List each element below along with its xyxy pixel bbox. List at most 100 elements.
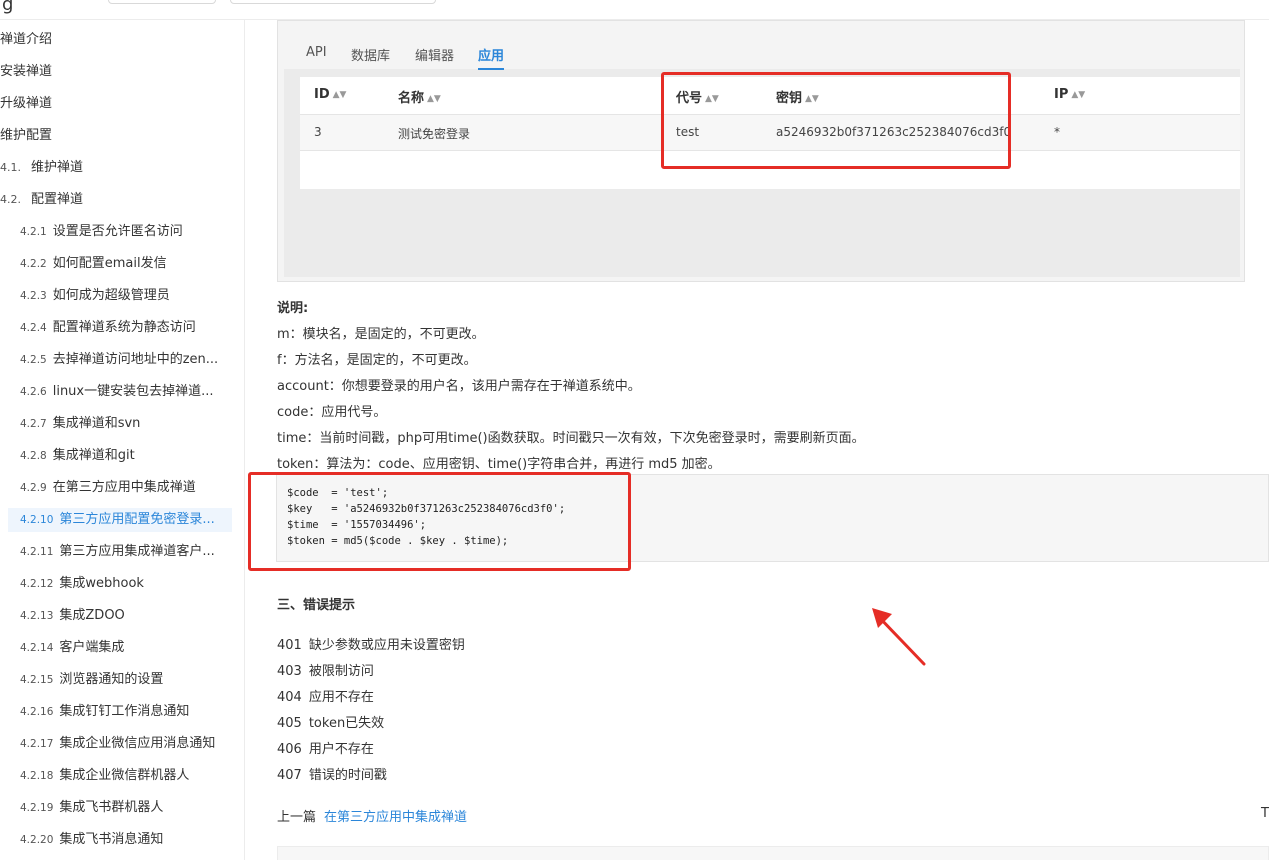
sidebar-item-4-2-5[interactable]: 4.2.5 去掉禅道访问地址中的zen... [8,348,232,372]
sidebar-item-label: 如何成为超级管理员 [52,288,170,303]
sidebar-item-4-2-19[interactable]: 4.2.19 集成飞书群机器人 [8,796,232,820]
sidebar-item-label: 集成企业微信应用消息通知 [59,736,216,751]
sidebar-item-4-2-12[interactable]: 4.2.12 集成webhook [8,572,232,596]
sidebar-item-4-2-4[interactable]: 4.2.4 配置禅道系统为静态访问 [8,316,232,340]
error-item: 406 用户不存在 [277,742,374,757]
sidebar-item-label: 浏览器通知的设置 [59,672,164,687]
sidebar-item-label: 集成飞书消息通知 [59,832,164,847]
sidebar-item-4-2-17[interactable]: 4.2.17 集成企业微信应用消息通知 [8,732,232,756]
next-article-edge[interactable]: T [1261,806,1269,821]
sidebar-item-label: 集成webhook [59,576,144,591]
col-name[interactable]: 名称 ▲▼ [398,87,441,106]
sidebar-item-number: 4.2.12 [20,578,54,590]
sidebar-item-label: 去掉禅道访问地址中的zen... [52,352,219,367]
sidebar-item-number: 4.2.3 [20,290,47,302]
sidebar-item-label: 集成企业微信群机器人 [59,768,190,783]
sidebar-item-label: 集成禅道和git [52,448,135,463]
settings-tabs: API 数据库 编辑器 应用 [284,29,1240,70]
description-line: account：你想要登录的用户名，该用户需存在于禅道系统中。 [277,379,641,394]
sidebar-item-label: 设置是否允许匿名访问 [52,224,183,239]
sidebar-item-4-2-7[interactable]: 4.2.7 集成禅道和svn [8,412,232,436]
sidebar-item-4-2-2[interactable]: 4.2.2 如何配置email发信 [8,252,232,276]
highlight-box-code [248,472,631,571]
sidebar-item-number: 4.2.10 [20,514,54,526]
logo-fragment: g [2,0,14,15]
cell-id: 3 [314,125,322,139]
errors-heading: 三、错误提示 [277,598,356,613]
col-id[interactable]: ID ▲▼ [314,87,346,102]
sidebar-item-number: 4.2.20 [20,834,54,846]
description-line: m：模块名，是固定的，不可更改。 [277,327,485,342]
description-line: time：当前时间戳，php可用time()函数获取。时间戳只一次有效，下次免密… [277,431,865,446]
prev-article: 上一篇 在第三方应用中集成禅道 [277,806,467,825]
sidebar-item-number: 4.2.7 [20,418,47,430]
sidebar-item-number: 4.2.19 [20,802,54,814]
error-item: 401 缺少参数或应用未设置密钥 [277,638,465,653]
sidebar-item-label: 集成飞书群机器人 [59,800,164,815]
error-item: 405 token已失效 [277,716,385,731]
sidebar-item-label: linux一键安装包去掉禅道... [52,384,214,399]
sidebar-item-number: 4.2.15 [20,674,54,686]
sidebar-item-4-2-13[interactable]: 4.2.13 集成ZDOO [8,604,232,628]
sidebar-item-4-2-3[interactable]: 4.2.3 如何成为超级管理员 [8,284,232,308]
sidebar-item-4-2-9[interactable]: 4.2.9 在第三方应用中集成禅道 [8,476,232,500]
highlight-box-code-key [661,72,1011,169]
cell-name: 测试免密登录 [398,127,471,141]
sidebar-item-4-2-16[interactable]: 4.2.16 集成钉钉工作消息通知 [8,700,232,724]
sidebar-item-4-2-8[interactable]: 4.2.8 集成禅道和git [8,444,232,468]
sidebar-item-4-2-11[interactable]: 4.2.11 第三方应用集成禅道客户... [8,540,232,564]
sidebar-item-number: 4.2.6 [20,386,47,398]
sidebar-item-label: 集成禅道和svn [52,416,141,431]
error-item: 407 错误的时间戳 [277,768,387,783]
sidebar-item-4-2-14[interactable]: 4.2.14 客户端集成 [8,636,232,660]
tab-api[interactable]: API [306,45,327,60]
sidebar-item-number: 4.2.14 [20,642,54,654]
description-line: code：应用代号。 [277,405,387,420]
sidebar-item-4-2-15[interactable]: 4.2.15 浏览器通知的设置 [8,668,232,692]
sidebar-item-label: 如何配置email发信 [52,256,167,271]
doc-content: API 数据库 编辑器 应用 ID ▲▼ 名称 ▲▼ 代号 ▲▼ 密钥 ▲▼ IP ▲▼ … [246,20,1269,860]
sidebar-item-number: 4.2.13 [20,610,54,622]
sort-icon: ▲▼ [1071,90,1086,100]
sidebar-item-maintain[interactable]: 4.1. 维护禅道 [0,156,83,180]
prev-article-link[interactable]: 在第三方应用中集成禅道 [324,810,467,825]
sidebar-item-configure[interactable]: 4.2. 配置禅道 [0,188,83,212]
sidebar-item-intro[interactable]: 禅道介绍 [0,28,52,52]
sidebar-item-label: 集成ZDOO [59,608,125,623]
sidebar-item-number: 4.2.1 [20,226,47,238]
sidebar-item-number: 4.2.11 [20,546,54,558]
sidebar-item-maintain-config[interactable]: 维护配置 [0,124,52,148]
tab-app[interactable]: 应用 [478,45,505,70]
sidebar-item-install[interactable]: 安装禅道 [0,60,52,84]
tab-editor[interactable]: 编辑器 [415,45,454,64]
sidebar-item-4-2-18[interactable]: 4.2.18 集成企业微信群机器人 [8,764,232,788]
error-item: 404 应用不存在 [277,690,374,705]
sidebar-item-label: 客户端集成 [59,640,125,655]
sort-icon: ▲▼ [332,90,347,100]
cell-ip: * [1054,125,1060,139]
toolbar-search[interactable] [230,0,436,4]
tab-database[interactable]: 数据库 [351,45,390,64]
sidebar-item-number: 4.2.5 [20,354,47,366]
sidebar-item-label: 集成钉钉工作消息通知 [59,704,190,719]
description-line: token：算法为：code、应用密钥、time()字符串合并，再进行 md5 … [277,457,721,472]
sort-icon: ▲▼ [427,94,441,104]
sidebar-item-4-2-10[interactable]: 4.2.10 第三方应用配置免密登录... [8,508,232,532]
error-item: 403 被限制访问 [277,664,374,679]
prev-label: 上一篇 [277,810,317,825]
toolbar-select[interactable] [108,0,216,4]
col-ip[interactable]: IP ▲▼ [1054,87,1085,102]
description-heading: 说明: [277,301,309,316]
comment-box [277,846,1269,860]
sidebar-item-number: 4.2.8 [20,450,47,462]
annotation-arrow-icon [872,608,926,666]
sidebar-item-label: 第三方应用集成禅道客户... [59,544,215,559]
sidebar-item-4-2-20[interactable]: 4.2.20 集成飞书消息通知 [8,828,232,852]
sidebar-item-number: 4.2.18 [20,770,54,782]
sidebar-item-upgrade[interactable]: 升级禅道 [0,92,52,116]
sidebar-item-number: 4.2.17 [20,738,54,750]
sidebar-item-4-2-1[interactable]: 4.2.1 设置是否允许匿名访问 [8,220,232,244]
sidebar-item-number: 4.2.16 [20,706,54,718]
sidebar-item-4-2-6[interactable]: 4.2.6 linux一键安装包去掉禅道... [8,380,232,404]
sidebar-item-label: 在第三方应用中集成禅道 [52,480,196,495]
